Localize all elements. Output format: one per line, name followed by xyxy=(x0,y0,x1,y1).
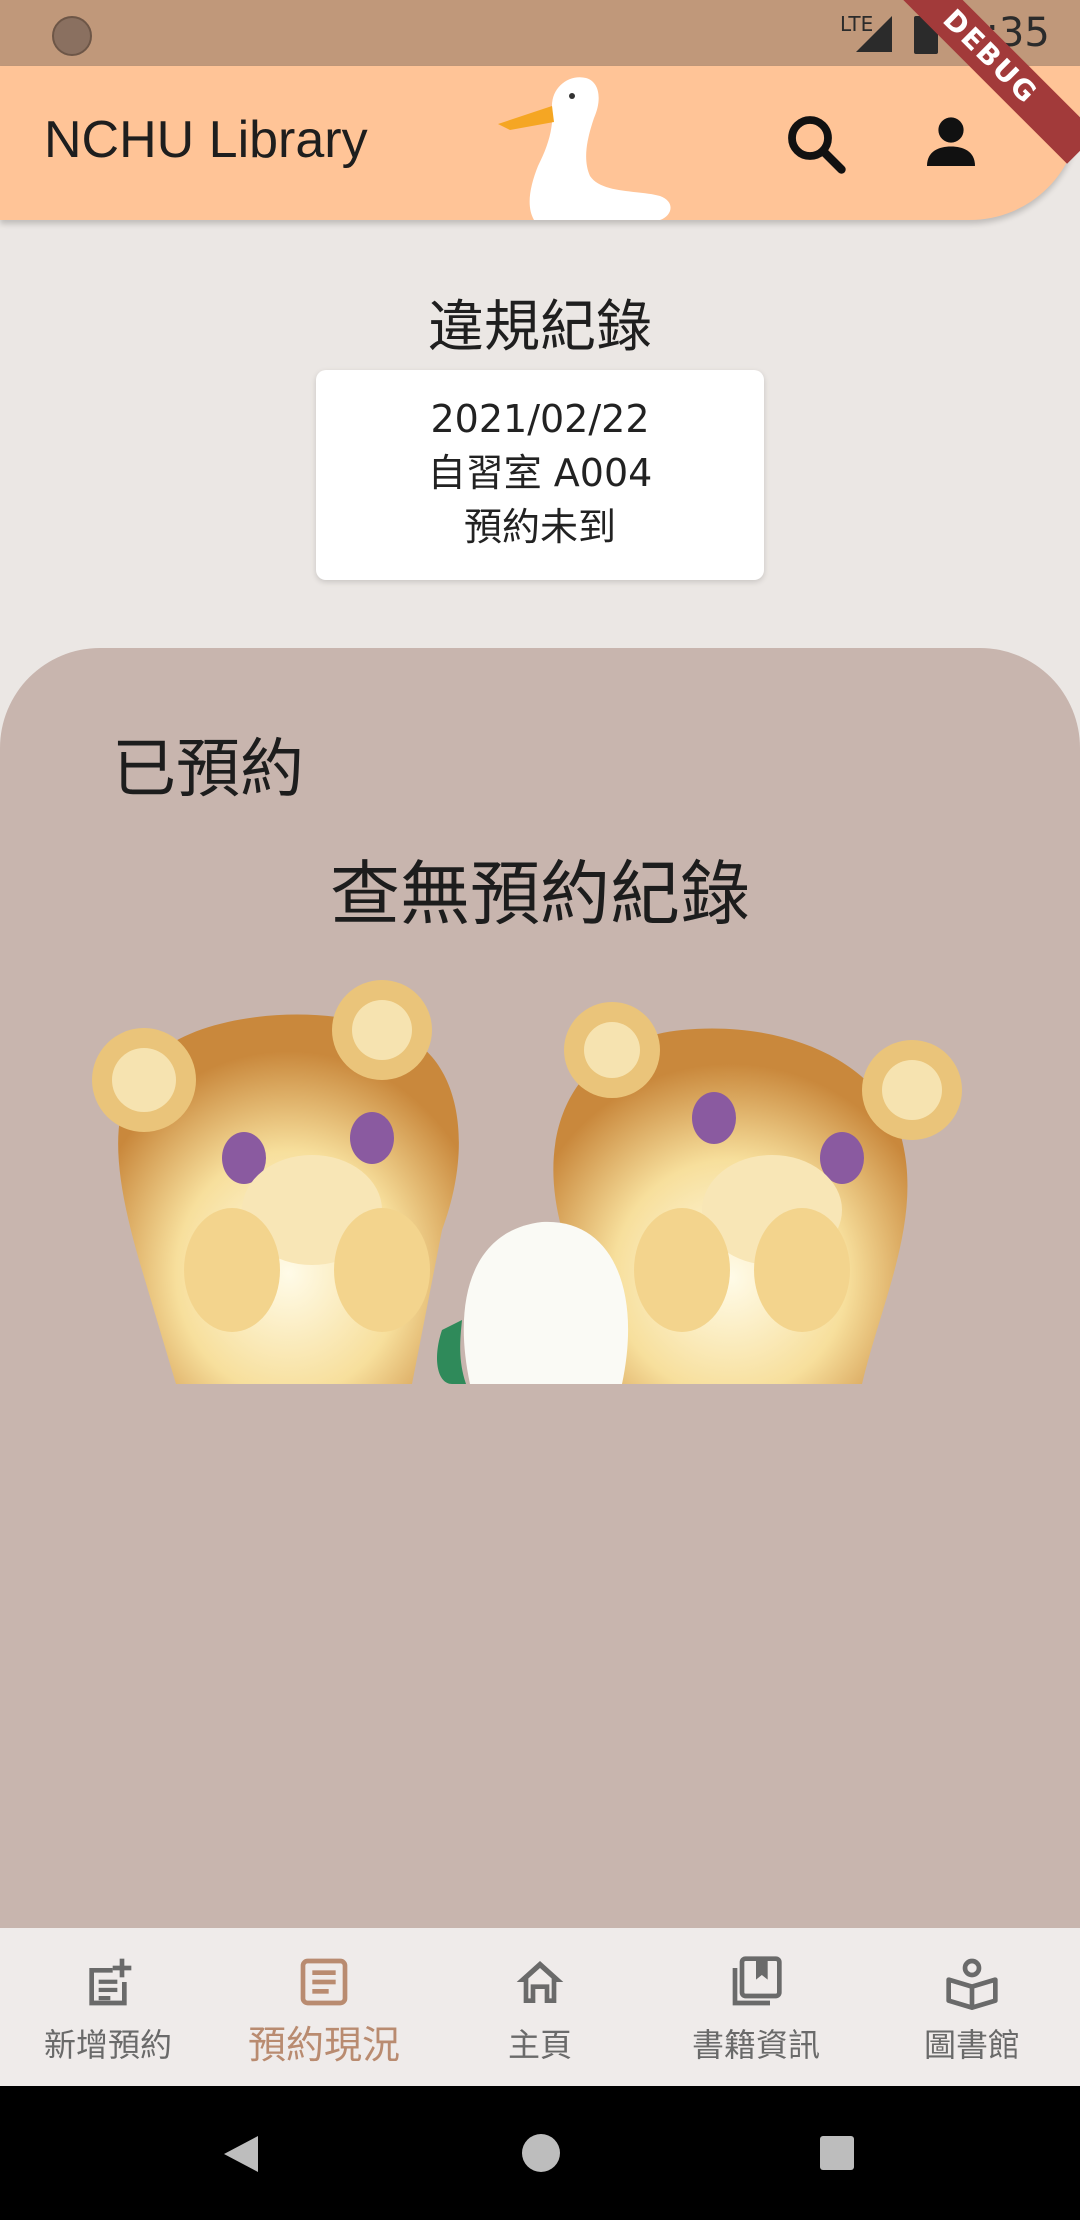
record-status: 預約未到 xyxy=(463,505,616,549)
nav-home[interactable]: 主頁 xyxy=(432,1928,648,2086)
bears-illustration xyxy=(92,980,962,1384)
signal-icon xyxy=(856,16,892,52)
violation-records-title: 違規紀錄 xyxy=(428,295,652,360)
nav-book-info[interactable]: 書籍資訊 xyxy=(648,1928,864,2086)
nav-label-add-reservation: 新增預約 xyxy=(43,2026,172,2064)
book-info-icon xyxy=(732,1956,782,2006)
library-icon xyxy=(946,1958,998,2010)
app-title: NCHU Library xyxy=(44,111,368,169)
record-room: 自習室 A004 xyxy=(427,451,653,495)
home-icon xyxy=(516,1961,564,2003)
add-reservation-icon xyxy=(89,1958,132,2006)
notification-icon xyxy=(52,16,92,56)
account-icon[interactable] xyxy=(915,106,987,178)
home-button-icon[interactable] xyxy=(522,2134,560,2172)
goose-mascot-icon xyxy=(498,77,671,220)
nav-label-reservation-status: 預約現況 xyxy=(247,2023,400,2067)
nav-label-home: 主頁 xyxy=(507,2026,572,2064)
reserved-panel: 已預約 查無預約紀錄 xyxy=(0,648,1080,1928)
recent-apps-icon[interactable] xyxy=(820,2136,854,2170)
bottom-navigation: 新增預約 預約現況 主頁 書籍資訊 圖書館 xyxy=(0,1928,1080,2086)
reservation-status-icon xyxy=(300,1958,348,2006)
violation-record-card: 2021/02/22 自習室 A004 預約未到 xyxy=(316,370,764,580)
nav-add-reservation[interactable]: 新增預約 xyxy=(0,1928,216,2086)
nav-label-library: 圖書館 xyxy=(923,2026,1020,2064)
nav-reservation-status[interactable]: 預約現況 xyxy=(216,1928,432,2086)
reserved-heading: 已預約 xyxy=(112,733,304,807)
search-icon[interactable] xyxy=(780,108,852,180)
nav-library[interactable]: 圖書館 xyxy=(864,1928,1080,2086)
nav-label-book-info: 書籍資訊 xyxy=(691,2026,820,2064)
record-date: 2021/02/22 xyxy=(430,397,650,441)
empty-reservations-message: 查無預約紀錄 xyxy=(330,853,750,935)
app-bar: NCHU Library xyxy=(0,66,1080,220)
system-navigation-bar xyxy=(0,2086,1080,2220)
back-icon[interactable] xyxy=(222,2134,260,2174)
